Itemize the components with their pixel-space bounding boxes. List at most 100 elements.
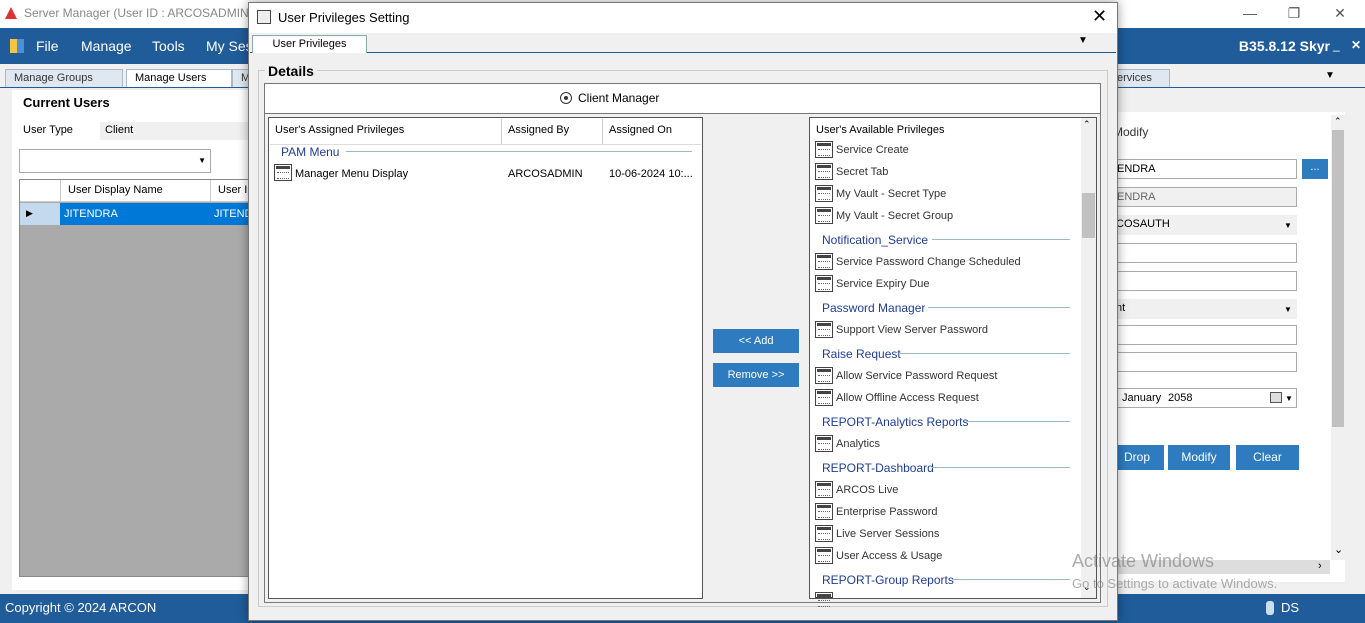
grid-header-sep bbox=[60, 180, 61, 202]
details-title: Details bbox=[265, 63, 317, 79]
scroll-right-icon[interactable]: › bbox=[1318, 560, 1322, 572]
list-item[interactable]: Service Create bbox=[836, 144, 909, 156]
field-5[interactable] bbox=[1112, 271, 1297, 291]
list-item[interactable]: Service Expiry Due bbox=[836, 278, 930, 290]
remove-button[interactable]: Remove >> bbox=[713, 363, 799, 387]
tab-menu-icon[interactable]: ▼ bbox=[1325, 70, 1335, 81]
group-line bbox=[966, 421, 1070, 422]
add-button[interactable]: << Add bbox=[713, 329, 799, 353]
scroll-up-icon[interactable]: ⌃ bbox=[1083, 119, 1091, 130]
modify-button[interactable]: Modify bbox=[1168, 445, 1230, 470]
group-title: REPORT-Analytics Reports bbox=[822, 415, 969, 429]
privilege-icon bbox=[815, 275, 833, 292]
dialog-icon bbox=[257, 10, 271, 24]
tab-manage-groups[interactable]: Manage Groups bbox=[5, 69, 123, 87]
menu-manage[interactable]: Manage bbox=[81, 38, 132, 54]
list-item[interactable]: My Vault - Secret Group bbox=[836, 210, 953, 222]
list-item[interactable]: Allow Service Password Request bbox=[836, 370, 997, 382]
list-item[interactable]: Service Password Change Scheduled bbox=[836, 256, 1021, 268]
tab-user-privileges[interactable]: User Privileges bbox=[252, 35, 367, 53]
assigned-privileges-list[interactable] bbox=[268, 117, 703, 599]
group-title-pam-menu: PAM Menu bbox=[281, 145, 340, 159]
privilege-icon bbox=[815, 207, 833, 224]
group-title: Password Manager bbox=[822, 301, 926, 315]
chevron-down-icon: ▼ bbox=[1284, 305, 1292, 314]
menu-tools[interactable]: Tools bbox=[152, 38, 185, 54]
group-title: Raise Request bbox=[822, 347, 901, 361]
user-type-select[interactable]: nt bbox=[1112, 299, 1297, 319]
group-title: Notification_Service bbox=[822, 233, 929, 247]
list-item[interactable]: My Vault - Secret Type bbox=[836, 188, 946, 200]
list-item[interactable]: Secret Tab bbox=[836, 166, 888, 178]
grid-header-user-id[interactable]: User I bbox=[218, 184, 247, 196]
privilege-icon bbox=[815, 389, 833, 406]
maximize-icon[interactable]: ❐ bbox=[1284, 4, 1304, 22]
user-type-value: Client bbox=[100, 122, 250, 140]
mdi-minimize-icon[interactable]: _ bbox=[1333, 38, 1340, 52]
close-icon[interactable]: ✕ bbox=[1092, 6, 1107, 27]
group-title: REPORT-Dashboard bbox=[822, 461, 934, 475]
scroll-down-icon[interactable]: ⌄ bbox=[1334, 543, 1343, 556]
user-type-label: User Type bbox=[23, 124, 73, 136]
scrollbar-thumb[interactable] bbox=[1082, 193, 1095, 238]
group-line bbox=[932, 467, 1070, 468]
list-item[interactable]: Allow Offline Access Request bbox=[836, 392, 979, 404]
assigned-header-privileges[interactable]: User's Assigned Privileges bbox=[275, 124, 404, 136]
tab-manage-users[interactable]: Manage Users bbox=[126, 69, 232, 87]
list-item[interactable]: Live Server Sessions bbox=[836, 528, 939, 540]
header-sep bbox=[501, 119, 502, 144]
privilege-icon bbox=[815, 253, 833, 270]
menu-my-session[interactable]: My Ses bbox=[206, 38, 253, 54]
display-name-field[interactable]: ENDRA bbox=[1112, 159, 1297, 179]
privilege-icon bbox=[815, 481, 833, 498]
close-icon[interactable]: ✕ bbox=[1330, 4, 1350, 22]
app-logo-icon bbox=[5, 7, 17, 19]
list-item[interactable]: Support View Server Password bbox=[836, 324, 988, 336]
list-item[interactable]: Enterprise Password bbox=[836, 506, 938, 518]
field-4[interactable] bbox=[1112, 243, 1297, 263]
browse-button[interactable]: ... bbox=[1302, 159, 1328, 179]
available-header: User's Available Privileges bbox=[816, 124, 945, 136]
list-item[interactable]: ARCOS Live bbox=[836, 484, 898, 496]
mdi-close-icon[interactable]: ✕ bbox=[1351, 38, 1361, 52]
field-8[interactable] bbox=[1112, 352, 1297, 372]
privilege-icon bbox=[815, 141, 833, 158]
privilege-icon bbox=[274, 164, 292, 181]
main-window-title: Server Manager (User ID : ARCOSADMIN Lo bbox=[24, 6, 266, 20]
field-7[interactable] bbox=[1112, 325, 1297, 345]
chevron-down-icon: ▼ bbox=[1285, 394, 1293, 403]
privilege-icon bbox=[815, 163, 833, 180]
assigned-header-on[interactable]: Assigned On bbox=[609, 124, 672, 136]
scroll-up-icon[interactable]: ⌃ bbox=[1334, 116, 1342, 127]
copyright-text: Copyright © 2024 ARCON bbox=[5, 600, 157, 615]
client-manager-box bbox=[264, 83, 1101, 114]
assigned-header-by[interactable]: Assigned By bbox=[508, 124, 569, 136]
list-item[interactable]: Analytics bbox=[836, 438, 880, 450]
app-menu-icon[interactable] bbox=[10, 39, 24, 53]
version-label: B35.8.12 Skyr bbox=[1238, 38, 1330, 54]
modify-label: Modify bbox=[1113, 125, 1149, 139]
tab-menu-icon[interactable]: ▼ bbox=[1078, 35, 1088, 46]
list-item[interactable]: User Access & Usage bbox=[836, 550, 942, 562]
activate-windows-watermark: Activate Windows bbox=[1072, 551, 1215, 571]
group-line bbox=[346, 151, 692, 152]
minimize-icon[interactable]: — bbox=[1240, 4, 1260, 22]
header-sep bbox=[602, 119, 603, 144]
scrollbar-thumb[interactable] bbox=[1332, 130, 1344, 427]
date-month: January bbox=[1122, 392, 1162, 404]
activate-windows-hint: Go to Settings to activate Windows. bbox=[1072, 576, 1278, 591]
menu-file[interactable]: File bbox=[36, 38, 59, 54]
grid-header-user-display-name[interactable]: User Display Name bbox=[68, 184, 163, 196]
assigned-privilege-name[interactable]: Manager Menu Display bbox=[295, 168, 408, 180]
available-list-scrollbar[interactable] bbox=[1081, 118, 1096, 598]
calendar-icon[interactable] bbox=[1270, 392, 1282, 403]
radio-dot bbox=[564, 96, 568, 100]
auth-type-select[interactable]: COSAUTH bbox=[1112, 215, 1297, 235]
current-users-title: Current Users bbox=[23, 95, 110, 110]
user-filter-select[interactable]: ▼ bbox=[19, 149, 211, 173]
drop-button[interactable]: Drop bbox=[1110, 445, 1164, 470]
clear-button[interactable]: Clear bbox=[1236, 445, 1299, 470]
privilege-icon bbox=[815, 321, 833, 338]
dialog-tabstrip bbox=[250, 33, 1116, 53]
privilege-icon bbox=[815, 435, 833, 452]
